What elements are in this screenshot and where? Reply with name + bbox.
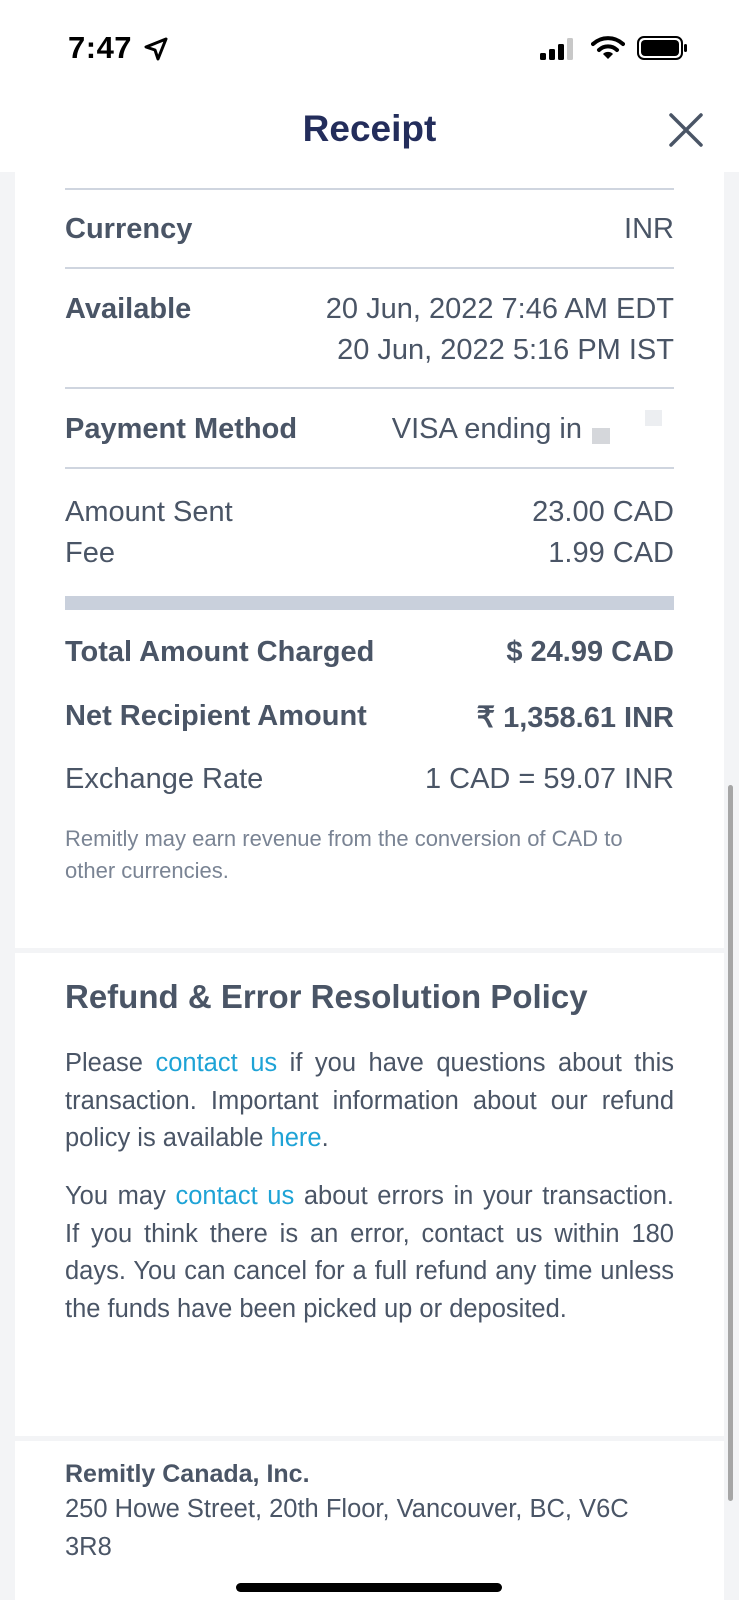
text-segment: Please	[65, 1049, 156, 1077]
contact-us-link[interactable]: contact us	[175, 1182, 294, 1210]
close-icon	[669, 113, 703, 147]
amount-sent-label: Amount Sent	[65, 496, 233, 528]
redaction-mark	[645, 410, 662, 426]
redaction-mark	[592, 428, 610, 444]
battery-icon	[637, 36, 687, 60]
home-indicator[interactable]	[236, 1583, 502, 1592]
text-segment: .	[321, 1124, 329, 1152]
location-arrow-icon	[144, 37, 168, 61]
nav-bar: Receipt	[0, 96, 739, 172]
total-charged-label: Total Amount Charged	[65, 636, 375, 668]
transaction-details-card: Currency INR Available 20 Jun, 2022 7:46…	[15, 172, 724, 948]
amount-sent-value: 23.00 CAD	[532, 496, 674, 528]
company-card: Remitly Canada, Inc. 250 Howe Street, 20…	[15, 1441, 724, 1600]
refund-policy-card: Refund & Error Resolution Policy Please …	[15, 953, 724, 1436]
divider	[65, 267, 674, 269]
payment-method-label: Payment Method	[65, 413, 298, 445]
conversion-disclaimer: Remitly may earn revenue from the conver…	[65, 826, 623, 883]
available-label: Available	[65, 293, 192, 325]
policy-title: Refund & Error Resolution Policy	[65, 978, 588, 1015]
refund-policy-here-link[interactable]: here	[271, 1124, 322, 1152]
status-time: 7:47	[68, 30, 133, 65]
currency-value: INR	[624, 213, 674, 245]
company-name: Remitly Canada, Inc.	[65, 1460, 310, 1488]
fee-label: Fee	[65, 537, 115, 569]
net-recipient-value: ₹ 1,358.61 INR	[476, 702, 674, 734]
status-bar: 7:47	[0, 0, 739, 96]
divider	[65, 188, 674, 190]
page-title: Receipt	[302, 108, 437, 149]
close-button[interactable]	[664, 108, 708, 152]
total-separator	[65, 596, 674, 610]
text-segment: You may	[65, 1182, 176, 1210]
exchange-rate-value: 1 CAD = 59.07 INR	[424, 763, 674, 795]
fee-value: 1.99 CAD	[548, 537, 674, 569]
divider	[65, 467, 674, 469]
available-date-ist: 20 Jun, 2022 5:16 PM IST	[337, 334, 674, 366]
payment-method-value: VISA ending in	[391, 413, 582, 445]
contact-us-link[interactable]: contact us	[155, 1049, 277, 1077]
net-recipient-label: Net Recipient Amount	[65, 700, 367, 732]
cellular-signal-icon	[540, 38, 573, 60]
policy-paragraph-2: You may contact us about errors in your …	[65, 1178, 674, 1328]
scrollbar[interactable]	[728, 785, 733, 1501]
exchange-rate-label: Exchange Rate	[65, 763, 264, 795]
policy-paragraph-1: Please contact us if you have questions …	[65, 1045, 674, 1158]
available-date-edt: 20 Jun, 2022 7:46 AM EDT	[325, 293, 674, 325]
total-charged-value: $ 24.99 CAD	[506, 636, 674, 668]
company-address: 250 Howe Street, 20th Floor, Vancouver, …	[65, 1495, 629, 1561]
currency-label: Currency	[65, 213, 193, 245]
divider	[65, 387, 674, 389]
wifi-icon	[591, 36, 625, 59]
